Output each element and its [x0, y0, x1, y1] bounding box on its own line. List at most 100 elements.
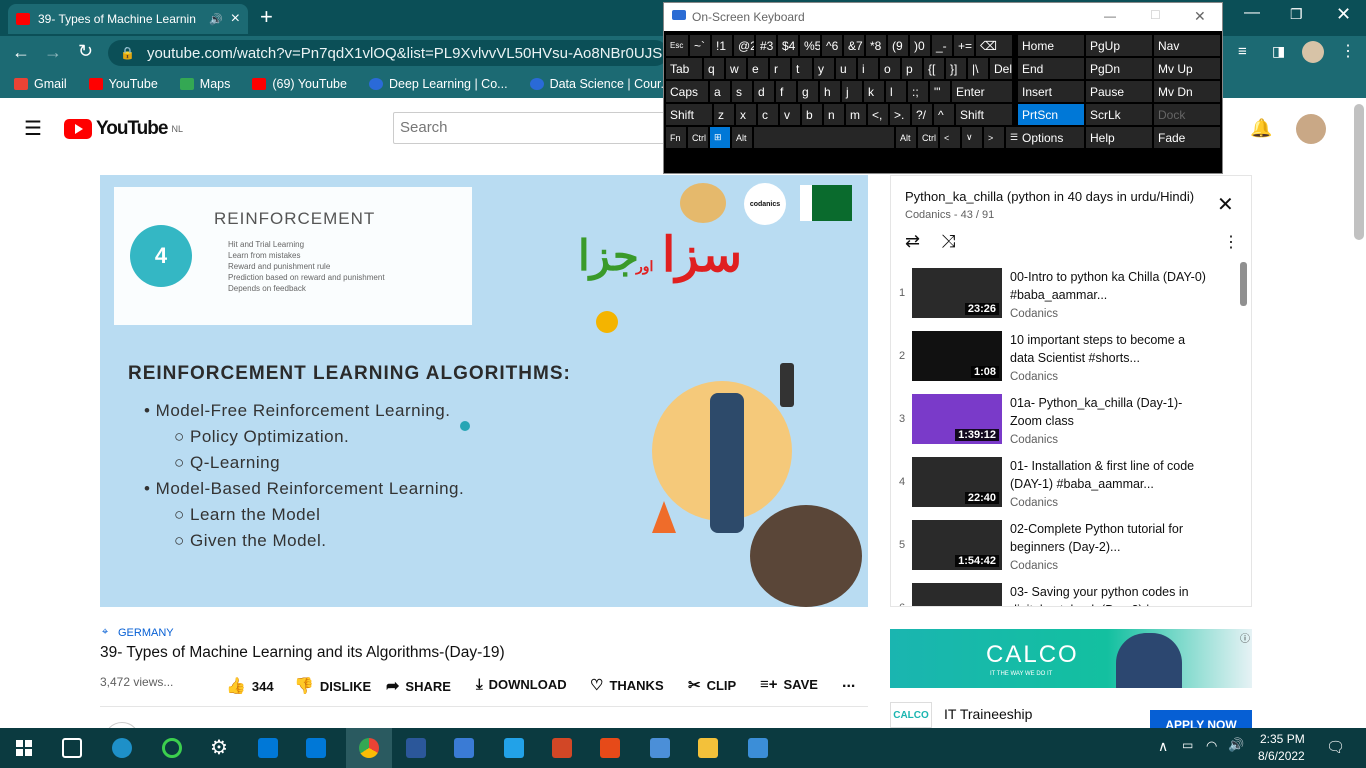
osk-minimize-icon[interactable]: —: [1104, 9, 1116, 23]
osk-key[interactable]: ⌫: [976, 35, 1012, 56]
osk-key[interactable]: *8: [866, 35, 886, 56]
share-button[interactable]: ➦ SHARE: [386, 676, 451, 696]
bookmark-data-science[interactable]: Data Science | Cour...: [529, 77, 671, 91]
osk-key[interactable]: <: [940, 127, 960, 148]
osk-key[interactable]: "': [930, 81, 950, 102]
osk-key[interactable]: e: [748, 58, 768, 79]
osk-key[interactable]: j: [842, 81, 862, 102]
apply-now-button[interactable]: APPLY NOW: [1150, 710, 1252, 728]
osk-key[interactable]: ^6: [822, 35, 842, 56]
osk-key[interactable]: [754, 127, 894, 148]
osk-key[interactable]: Alt: [896, 127, 916, 148]
start-button[interactable]: [16, 740, 32, 756]
osk-key[interactable]: h: [820, 81, 840, 102]
osk-key[interactable]: m: [846, 104, 866, 125]
mail-icon[interactable]: [306, 738, 326, 758]
back-icon[interactable]: ←: [12, 42, 30, 63]
osk-nav-key[interactable]: PrtScn: [1018, 104, 1084, 125]
chrome-icon-active[interactable]: [346, 728, 392, 768]
video-location[interactable]: GERMANY: [118, 627, 174, 639]
youtube-logo[interactable]: YouTube NL: [64, 118, 183, 140]
osk-key[interactable]: v: [780, 104, 800, 125]
osk-key[interactable]: o: [880, 58, 900, 79]
more-actions-icon[interactable]: ...: [842, 674, 855, 692]
spinner-app-icon[interactable]: [162, 738, 182, 758]
osk-nav-key[interactable]: Pause: [1086, 81, 1152, 102]
osk-key[interactable]: )0: [910, 35, 930, 56]
osk-key[interactable]: p: [902, 58, 922, 79]
office-icon[interactable]: [600, 738, 620, 758]
battery-icon[interactable]: ▭: [1182, 738, 1193, 752]
osk-key[interactable]: %5: [800, 35, 820, 56]
osk-key[interactable]: Caps: [666, 81, 708, 102]
osk-nav-key[interactable]: PgUp: [1086, 35, 1152, 56]
loop-icon[interactable]: ⇄: [905, 231, 920, 252]
reload-icon[interactable]: ↻: [78, 41, 93, 62]
speaker-icon[interactable]: 🔊: [209, 13, 223, 26]
word-icon[interactable]: [406, 738, 426, 758]
osk-key[interactable]: i: [858, 58, 878, 79]
tab-close-icon[interactable]: ×: [231, 10, 240, 28]
osk-nav-key[interactable]: ScrLk: [1086, 104, 1152, 125]
osk-key[interactable]: &7: [844, 35, 864, 56]
osk-key[interactable]: Fn: [666, 127, 686, 148]
clock-time[interactable]: 2:35 PM: [1260, 732, 1305, 746]
osk-key[interactable]: |\: [968, 58, 988, 79]
playlist-menu-icon[interactable]: ⋮: [1223, 232, 1239, 252]
playlist-item[interactable]: 1 23:26 00-Intro to python ka Chilla (DA…: [891, 264, 1241, 327]
osk-key[interactable]: :;: [908, 81, 928, 102]
settings-gear-icon[interactable]: ⚙: [210, 735, 230, 759]
edge-icon[interactable]: [112, 738, 132, 758]
playlist-item[interactable]: 4 22:40 01- Installation & first line of…: [891, 453, 1241, 516]
media-control-icon[interactable]: ≡: [1238, 43, 1247, 60]
osk-nav-key[interactable]: PgDn: [1086, 58, 1152, 79]
osk-key[interactable]: x: [736, 104, 756, 125]
hamburger-menu-icon[interactable]: ☰: [24, 116, 42, 141]
osk-key[interactable]: $4: [778, 35, 798, 56]
osk-key[interactable]: k: [864, 81, 884, 102]
task-view-icon[interactable]: [62, 738, 82, 758]
osk-key[interactable]: !1: [712, 35, 732, 56]
osk-key[interactable]: z: [714, 104, 734, 125]
osk-key[interactable]: n: [824, 104, 844, 125]
like-button[interactable]: 👍 344: [226, 676, 274, 696]
clip-button[interactable]: ✂ CLIP: [688, 676, 736, 694]
store-icon[interactable]: [258, 738, 278, 758]
download-button[interactable]: ⤓ DOWNLOAD: [476, 676, 567, 693]
photos-icon[interactable]: [748, 738, 768, 758]
playlist-item[interactable]: 3 1:39:12 01a- Python_ka_chilla (Day-1)-…: [891, 390, 1241, 453]
osk-key[interactable]: s: [732, 81, 752, 102]
dislike-button[interactable]: 👎 DISLIKE: [294, 676, 371, 696]
profile-avatar[interactable]: [1302, 41, 1324, 63]
search-input[interactable]: Search: [393, 112, 673, 144]
osk-key[interactable]: ∨: [962, 127, 982, 148]
playlist-item[interactable]: 2 1:08 10 important steps to become a da…: [891, 327, 1241, 390]
osk-key[interactable]: >.: [890, 104, 910, 125]
clock-date[interactable]: 8/6/2022: [1258, 749, 1305, 763]
ad-info-icon[interactable]: ⓘ: [1240, 630, 1250, 645]
save-button[interactable]: ≡+ SAVE: [760, 676, 818, 693]
osk-nav-key[interactable]: Dock: [1154, 104, 1220, 125]
volume-icon[interactable]: 🔊: [1228, 737, 1244, 753]
osk-key[interactable]: #3: [756, 35, 776, 56]
osk-key[interactable]: Del: [990, 58, 1012, 79]
osk-nav-key[interactable]: Home: [1018, 35, 1084, 56]
osk-key[interactable]: ~`: [690, 35, 710, 56]
osk-key[interactable]: c: [758, 104, 778, 125]
osk-nav-key[interactable]: Fade: [1154, 127, 1220, 148]
osk-key[interactable]: {[: [924, 58, 944, 79]
osk-key[interactable]: (9: [888, 35, 908, 56]
minimize-window-icon[interactable]: —: [1244, 4, 1260, 22]
osk-nav-key[interactable]: Mv Up: [1154, 58, 1220, 79]
osk-key[interactable]: Alt: [732, 127, 752, 148]
osk-nav-key[interactable]: Options: [1018, 127, 1084, 148]
osk-key[interactable]: }]: [946, 58, 966, 79]
wifi-icon[interactable]: ◠: [1206, 738, 1217, 754]
osk-key[interactable]: ^: [934, 104, 954, 125]
osk-key[interactable]: d: [754, 81, 774, 102]
osk-nav-key[interactable]: Nav: [1154, 35, 1220, 56]
osk-key[interactable]: u: [836, 58, 856, 79]
osk-nav-key[interactable]: Mv Dn: [1154, 81, 1220, 102]
osk-maximize-icon[interactable]: ☐: [1150, 8, 1161, 22]
osk-key[interactable]: Shift: [956, 104, 1012, 125]
